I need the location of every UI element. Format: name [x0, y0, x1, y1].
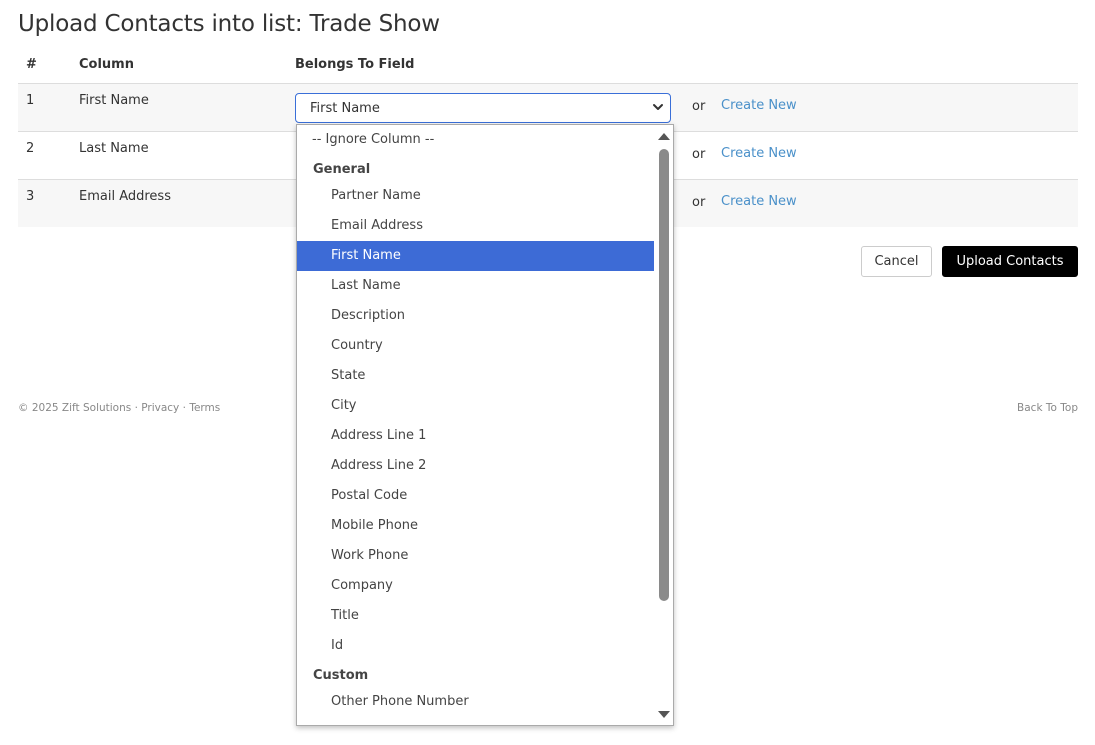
- dropdown-option[interactable]: Last Name: [297, 271, 673, 301]
- dropdown-option[interactable]: Mobile Phone: [297, 511, 673, 541]
- create-new-link[interactable]: Create New: [721, 98, 797, 113]
- dropdown-option[interactable]: City: [297, 391, 673, 421]
- dropdown-option[interactable]: State: [297, 361, 673, 391]
- upload-contacts-page: Upload Contacts into list: Trade Show # …: [0, 0, 1095, 745]
- dropdown-option[interactable]: Id: [297, 631, 673, 661]
- dropdown-option[interactable]: Partner Name: [297, 181, 673, 211]
- upload-contacts-button[interactable]: Upload Contacts: [942, 246, 1078, 277]
- terms-link[interactable]: Terms: [189, 402, 220, 414]
- row-number: 3: [26, 189, 35, 204]
- dropdown-option[interactable]: Description: [297, 301, 673, 331]
- column-name: Last Name: [79, 141, 149, 156]
- field-dropdown-list[interactable]: -- Ignore Column -- General Partner Name…: [296, 124, 674, 726]
- scroll-down-arrow-icon[interactable]: [658, 711, 670, 718]
- or-label: or: [692, 147, 706, 162]
- create-new-link[interactable]: Create New: [721, 146, 797, 161]
- footer-separator: ·: [182, 402, 186, 414]
- dropdown-option[interactable]: Postal Code: [297, 481, 673, 511]
- dropdown-option[interactable]: Address Line 2: [297, 451, 673, 481]
- dropdown-option[interactable]: Company: [297, 571, 673, 601]
- header-number: #: [26, 57, 37, 72]
- row-number: 2: [26, 141, 35, 156]
- cancel-button[interactable]: Cancel: [861, 246, 932, 277]
- scroll-up-arrow-icon[interactable]: [658, 133, 670, 140]
- back-to-top-link[interactable]: Back To Top: [1017, 402, 1078, 414]
- field-select-value: First Name: [310, 101, 380, 116]
- footer-separator: ·: [134, 402, 138, 414]
- create-new-link[interactable]: Create New: [721, 194, 797, 209]
- dropdown-option-ignore[interactable]: -- Ignore Column --: [297, 125, 669, 155]
- dropdown-option[interactable]: Email Address: [297, 211, 673, 241]
- dropdown-option-selected[interactable]: First Name: [297, 241, 673, 271]
- chevron-down-icon: [653, 104, 663, 110]
- header-column: Column: [79, 57, 134, 72]
- or-label: or: [692, 195, 706, 210]
- page-title: Upload Contacts into list: Trade Show: [18, 11, 440, 37]
- dropdown-option[interactable]: Work Phone: [297, 541, 673, 571]
- field-select[interactable]: First Name: [295, 93, 671, 123]
- header-belongs-to-field: Belongs To Field: [295, 57, 415, 72]
- copyright-text: © 2025 Zift Solutions: [18, 402, 132, 414]
- dropdown-option[interactable]: Address Line 1: [297, 421, 673, 451]
- scrollbar-thumb[interactable]: [659, 149, 669, 601]
- column-name: Email Address: [79, 189, 171, 204]
- row-number: 1: [26, 93, 35, 108]
- dropdown-option[interactable]: Other Phone Number: [297, 687, 673, 717]
- dropdown-scrollbar[interactable]: [654, 125, 673, 725]
- footer-links: © 2025 Zift Solutions · Privacy · Terms: [18, 402, 220, 414]
- dropdown-option[interactable]: Title: [297, 601, 673, 631]
- privacy-link[interactable]: Privacy: [141, 402, 179, 414]
- dropdown-option[interactable]: Country: [297, 331, 673, 361]
- or-label: or: [692, 99, 706, 114]
- column-name: First Name: [79, 93, 149, 108]
